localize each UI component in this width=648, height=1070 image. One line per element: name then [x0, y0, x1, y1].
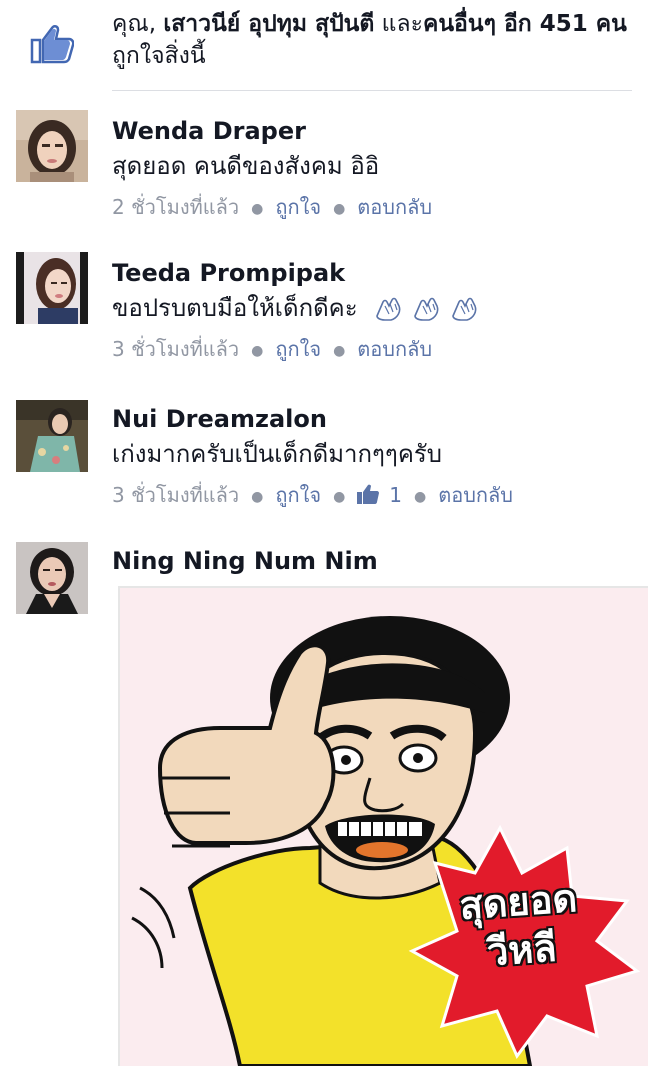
like-link[interactable]: ถูกใจ	[275, 483, 321, 507]
comment-meta: 3 ชั่วโมงที่แล้ว ● ถูกใจ ● 1 ● ตอบกลับ	[112, 480, 632, 512]
commenter-name[interactable]: Ning Ning Num Nim	[112, 546, 632, 576]
comment-body: Nui Dreamzalon เก่งมากครับเป็นเด็กดีมากๆ…	[112, 404, 632, 512]
like-count[interactable]: 1	[357, 483, 402, 507]
separator-dot: ●	[251, 200, 264, 217]
commenter-name[interactable]: Teeda Prompipak	[112, 258, 632, 288]
comment-body: Wenda Draper สุดยอด คนดีของสังคม อิอิ 2 …	[112, 116, 632, 224]
separator-dot: ●	[333, 342, 346, 359]
comment-text: ขอปรบตบมือให้เด็กดีคะ	[112, 290, 632, 326]
comment-time[interactable]: 2 ชั่วโมงที่แล้ว	[112, 195, 239, 219]
reply-link[interactable]: ตอบกลับ	[357, 337, 432, 361]
thumbs-up-icon	[357, 484, 380, 504]
sticker-illustration	[131, 616, 641, 1068]
comment-body: Ning Ning Num Nim	[112, 546, 632, 576]
avatar[interactable]	[16, 252, 88, 324]
likes-summary[interactable]: คุณ, เสาวนีย์ อุปทุม สุปันตี และคนอื่นๆ …	[0, 0, 648, 92]
divider	[112, 90, 632, 91]
like-link[interactable]: ถูกใจ	[275, 337, 321, 361]
comment-time[interactable]: 3 ชั่วโมงที่แล้ว	[112, 483, 239, 507]
separator-dot: ●	[251, 488, 264, 505]
separator-dot: ●	[251, 342, 264, 359]
commenter-name[interactable]: Wenda Draper	[112, 116, 632, 146]
likes-suffix: ถูกใจสิ่งนี้	[112, 43, 206, 69]
avatar[interactable]	[16, 400, 88, 472]
comment-body: Teeda Prompipak ขอปรบตบมือให้เด็กดีคะ 3 …	[112, 258, 632, 366]
clapping-hands-icon	[376, 297, 401, 321]
comment-text: เก่งมากครับเป็นเด็กดีมากๆๆครับ	[112, 440, 442, 468]
separator-dot: ●	[333, 488, 346, 505]
comment-meta: 2 ชั่วโมงที่แล้ว ● ถูกใจ ● ตอบกลับ	[112, 192, 632, 224]
comment-meta: 3 ชั่วโมงที่แล้ว ● ถูกใจ ● ตอบกลับ	[112, 334, 632, 366]
comment-text: สุดยอด คนดีของสังคม อิอิ	[112, 152, 380, 180]
sticker-image[interactable]: สุดยอด วีหลี	[118, 586, 648, 1068]
clapping-hands-icon	[414, 297, 439, 321]
commenter-name[interactable]: Nui Dreamzalon	[112, 404, 632, 434]
like-count-value: 1	[389, 483, 403, 507]
comment-time[interactable]: 3 ชั่วโมงที่แล้ว	[112, 337, 239, 361]
thumbs-up-icon	[30, 25, 74, 64]
likes-prefix: คุณ,	[112, 11, 164, 37]
comment-text-content: ขอปรบตบมือให้เด็กดีคะ	[112, 294, 358, 322]
separator-dot: ●	[414, 488, 427, 505]
reply-link[interactable]: ตอบกลับ	[357, 195, 432, 219]
reply-link[interactable]: ตอบกลับ	[438, 483, 513, 507]
likes-text: คุณ, เสาวนีย์ อุปทุม สุปันตี และคนอื่นๆ …	[112, 8, 632, 72]
separator-dot: ●	[333, 200, 346, 217]
likes-others[interactable]: คนอื่นๆ อีก 451 คน	[423, 11, 627, 37]
sticker-caption: สุดยอด วีหลี	[417, 871, 623, 981]
clapping-hands-icon	[452, 297, 477, 321]
avatar[interactable]	[16, 542, 88, 614]
avatar[interactable]	[16, 110, 88, 182]
likes-names[interactable]: เสาวนีย์ อุปทุม สุปันตี	[163, 11, 374, 37]
likes-connector: และ	[374, 11, 423, 37]
like-link[interactable]: ถูกใจ	[275, 195, 321, 219]
